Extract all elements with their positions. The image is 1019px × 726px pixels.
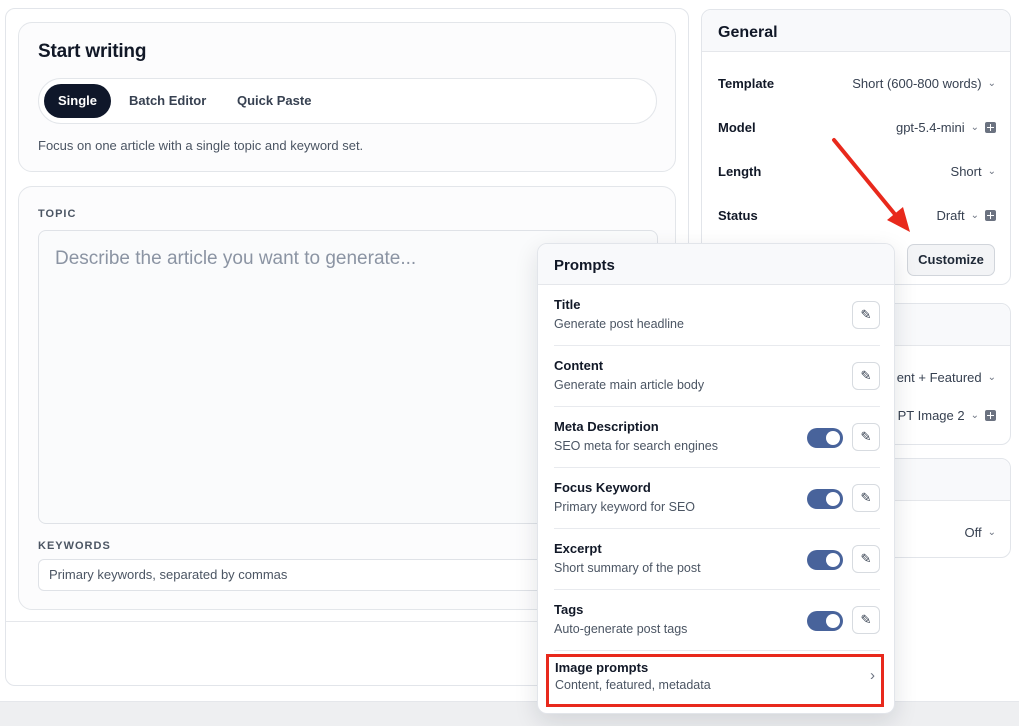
prompt-description: SEO meta for search engines xyxy=(554,439,718,453)
setting-label: Model xyxy=(718,120,756,135)
pencil-icon[interactable]: ✎ xyxy=(852,362,880,390)
keywords-placeholder: Primary keywords, separated by commas xyxy=(49,567,288,582)
chevron-down-icon: ⌄ xyxy=(987,527,996,538)
prompt-item-focus-keyword: Focus Keyword Primary keyword for SEO ✎ xyxy=(554,468,880,529)
chevron-down-icon: ⌄ xyxy=(987,372,996,383)
chevron-down-icon: ⌄ xyxy=(970,210,979,221)
chevron-down-icon: ⌄ xyxy=(987,166,996,177)
prompt-name: Content xyxy=(554,358,604,373)
plus-square-icon[interactable] xyxy=(985,210,996,221)
setting-model[interactable]: Model gpt-5.4-mini ⌄ xyxy=(718,118,996,138)
prompt-description: Primary keyword for SEO xyxy=(554,500,696,514)
setting-value: gpt-5.4-mini xyxy=(895,120,965,135)
setting-value: Off xyxy=(964,525,982,540)
prompt-item-meta-description: Meta Description SEO meta for search eng… xyxy=(554,407,880,468)
tab-batch-editor[interactable]: Batch Editor xyxy=(115,84,220,118)
topic-placeholder: Describe the article you want to generat… xyxy=(55,248,417,269)
prompt-description: Content, featured, metadata xyxy=(555,678,711,692)
setting-label: Template xyxy=(718,76,775,91)
chevron-down-icon: ⌄ xyxy=(970,122,979,133)
prompt-description: Short summary of the post xyxy=(554,561,701,575)
chevron-down-icon: ⌄ xyxy=(987,78,996,89)
plus-square-icon[interactable] xyxy=(985,122,996,133)
mode-tabs: Single Batch Editor Quick Paste xyxy=(38,78,657,124)
start-writing-card: Start writing Single Batch Editor Quick … xyxy=(18,22,676,172)
pencil-icon[interactable]: ✎ xyxy=(852,484,880,512)
prompt-description: Auto-generate post tags xyxy=(554,622,688,636)
prompt-item-title: Title Generate post headline ✎ xyxy=(554,285,880,346)
setting-label: Length xyxy=(718,164,762,179)
prompt-name: Meta Description xyxy=(554,419,659,434)
setting-value: Draft xyxy=(936,208,965,223)
image-prompts-item[interactable]: Image prompts Content, featured, metadat… xyxy=(546,654,884,707)
pencil-icon[interactable]: ✎ xyxy=(852,606,880,634)
prompt-name: Title xyxy=(554,297,581,312)
tab-single[interactable]: Single xyxy=(44,84,112,118)
setting-value-wrap[interactable]: gpt-5.4-mini ⌄ xyxy=(896,120,996,135)
customize-button[interactable]: Customize xyxy=(907,244,995,276)
setting-value-wrap[interactable]: Draft ⌄ xyxy=(936,208,996,223)
focus-keyword-toggle[interactable] xyxy=(807,489,843,509)
prompts-title: Prompts xyxy=(538,244,894,285)
pencil-icon[interactable]: ✎ xyxy=(852,301,880,329)
topic-label: TOPIC xyxy=(38,208,77,220)
setting-value: ent + Featured xyxy=(896,370,982,385)
setting-value-wrap[interactable]: PT Image 2 ⌄ xyxy=(898,408,996,423)
general-title: General xyxy=(702,10,1010,52)
keywords-label: KEYWORDS xyxy=(38,540,111,552)
prompt-name: Image prompts xyxy=(555,660,649,675)
prompt-description: Generate post headline xyxy=(554,317,684,331)
setting-value: Short (600-800 words) xyxy=(852,76,982,91)
setting-value: PT Image 2 xyxy=(897,408,965,423)
prompt-item-excerpt: Excerpt Short summary of the post ✎ xyxy=(554,529,880,590)
setting-value-wrap[interactable]: ent + Featured ⌄ xyxy=(897,370,996,385)
plus-square-icon[interactable] xyxy=(985,410,996,421)
mode-description: Focus on one article with a single topic… xyxy=(38,138,364,153)
setting-template[interactable]: Template Short (600-800 words) ⌄ xyxy=(718,74,996,94)
pencil-icon[interactable]: ✎ xyxy=(852,423,880,451)
tags-toggle[interactable] xyxy=(807,611,843,631)
tab-quick-paste[interactable]: Quick Paste xyxy=(223,84,325,118)
prompt-name: Excerpt xyxy=(554,541,602,556)
prompt-item-tags: Tags Auto-generate post tags ✎ xyxy=(554,590,880,651)
setting-value: Short xyxy=(950,164,982,179)
setting-value-wrap[interactable]: Off ⌄ xyxy=(965,525,997,540)
prompts-popover: Prompts Title Generate post headline ✎ C… xyxy=(537,243,895,714)
setting-value-wrap[interactable]: Short (600-800 words) ⌄ xyxy=(852,76,996,91)
pencil-icon[interactable]: ✎ xyxy=(852,545,880,573)
chevron-right-icon: › xyxy=(870,667,875,684)
prompt-item-content: Content Generate main article body ✎ xyxy=(554,346,880,407)
setting-value-wrap[interactable]: Short ⌄ xyxy=(951,164,996,179)
page-title: Start writing xyxy=(38,41,147,62)
chevron-down-icon: ⌄ xyxy=(970,410,979,421)
prompt-description: Generate main article body xyxy=(554,378,705,392)
setting-length[interactable]: Length Short ⌄ xyxy=(718,162,996,182)
prompt-name: Focus Keyword xyxy=(554,480,651,495)
meta-description-toggle[interactable] xyxy=(807,428,843,448)
setting-label: Status xyxy=(718,208,758,223)
prompt-name: Tags xyxy=(554,602,584,617)
excerpt-toggle[interactable] xyxy=(807,550,843,570)
setting-status[interactable]: Status Draft ⌄ xyxy=(718,206,996,226)
